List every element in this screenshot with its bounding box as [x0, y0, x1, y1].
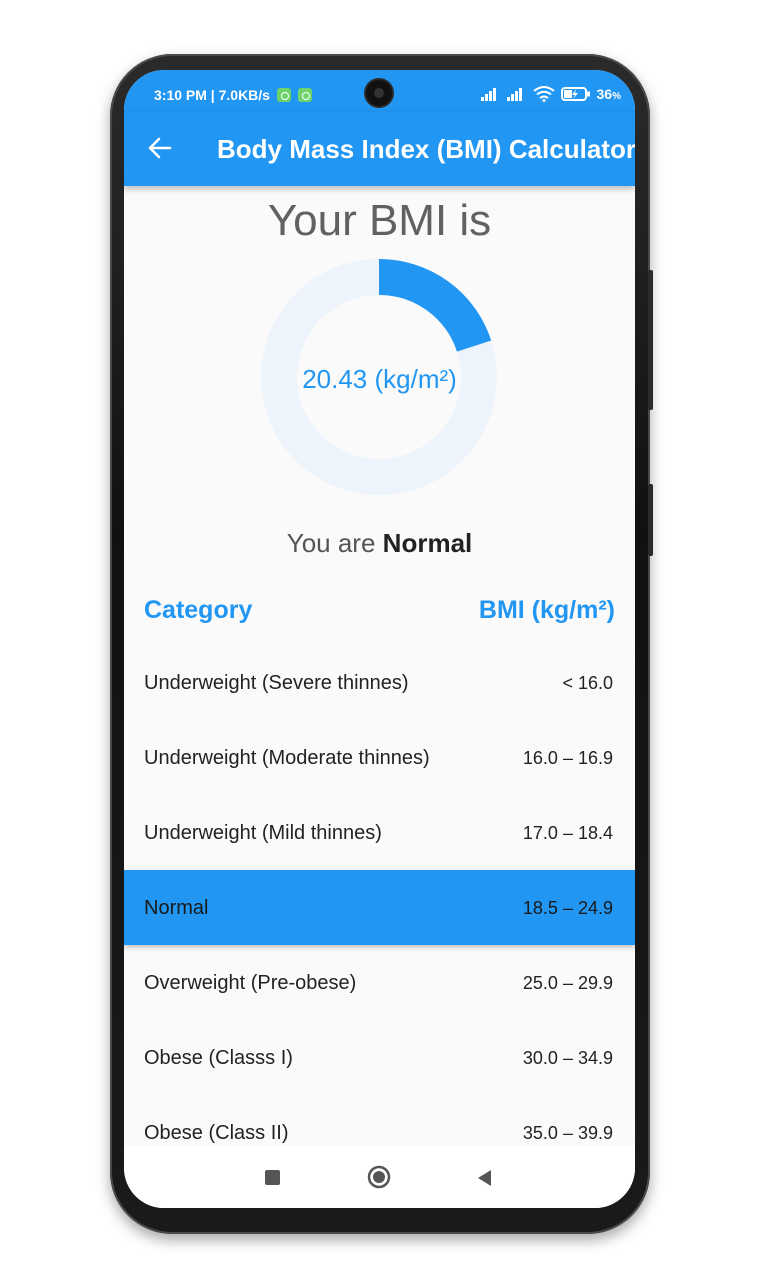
- header-bmi: BMI (kg/m²): [478, 596, 615, 624]
- table-row[interactable]: Obese (Classs I) 30.0 – 34.9: [124, 1020, 635, 1095]
- circle-icon[interactable]: [367, 1165, 391, 1189]
- row-category: Overweight (Pre-obese): [144, 972, 357, 994]
- result-prefix: You are: [286, 528, 376, 558]
- row-range: 25.0 – 29.9: [522, 973, 613, 993]
- bmi-heading: Your BMI is: [267, 196, 492, 245]
- triangle-back-icon[interactable]: [475, 1168, 493, 1188]
- row-category: Normal: [144, 897, 209, 919]
- front-camera: [366, 80, 392, 106]
- result-category: Normal: [382, 528, 473, 558]
- arrow-left-icon[interactable]: [146, 134, 174, 162]
- table-header: Category BMI (kg/m²): [144, 592, 615, 628]
- volume-button: [648, 270, 653, 410]
- bmi-result: You are Normal: [124, 528, 635, 559]
- row-range: 30.0 – 34.9: [522, 1048, 613, 1068]
- status-left: 3:10 PM | 7.0KB/s: [154, 87, 312, 103]
- app-bar: Body Mass Index (BMI) Calculator: [124, 112, 635, 186]
- status-time: 3:10 PM | 7.0KB/s: [154, 87, 270, 103]
- row-category: Underweight (Moderate thinnes): [144, 747, 430, 769]
- app-notification-icon: [276, 88, 291, 102]
- row-category: Underweight (Severe thinnes): [144, 672, 409, 694]
- signal-icon: [480, 88, 496, 101]
- row-range: 18.5 – 24.9: [522, 898, 613, 918]
- row-category: Underweight (Mild thinnes): [144, 822, 382, 844]
- row-range: 17.0 – 18.4: [522, 823, 613, 843]
- status-right: 36%: [480, 86, 621, 102]
- row-category: Obese (Class II): [144, 1122, 289, 1144]
- square-icon[interactable]: [265, 1170, 280, 1185]
- row-category: Obese (Classs I): [144, 1047, 293, 1069]
- gauge-progress-arc: [378, 259, 492, 353]
- table-row[interactable]: Overweight (Pre-obese) 25.0 – 29.9: [124, 945, 635, 1020]
- battery-percent: 36%: [596, 86, 621, 102]
- wifi-icon: [532, 86, 555, 102]
- row-range: 35.0 – 39.9: [522, 1123, 613, 1143]
- table-row[interactable]: Underweight (Moderate thinnes) 16.0 – 16…: [124, 720, 635, 795]
- table-row[interactable]: Underweight (Mild thinnes) 17.0 – 18.4: [124, 795, 635, 870]
- table-row[interactable]: Underweight (Severe thinnes) < 16.0: [124, 645, 635, 720]
- row-range: < 16.0: [562, 673, 613, 693]
- app-title: Body Mass Index (BMI) Calculator: [217, 134, 635, 164]
- signal-icon: [506, 88, 522, 101]
- power-button: [648, 484, 653, 556]
- header-category: Category: [144, 596, 253, 624]
- status-bar: 3:10 PM | 7.0KB/s 36%: [124, 70, 635, 112]
- app-notification-icon: [297, 88, 312, 102]
- battery-icon: [560, 87, 590, 101]
- bmi-category-list: Underweight (Severe thinnes) < 16.0 Unde…: [124, 645, 635, 1170]
- table-row-highlighted[interactable]: Normal 18.5 – 24.9: [124, 870, 635, 945]
- screen: 3:10 PM | 7.0KB/s 36% Body Mass Index (B…: [124, 70, 635, 1208]
- row-range: 16.0 – 16.9: [522, 748, 613, 768]
- bmi-value: 20.43 (kg/m²): [302, 364, 457, 394]
- system-nav-bar: [124, 1146, 635, 1208]
